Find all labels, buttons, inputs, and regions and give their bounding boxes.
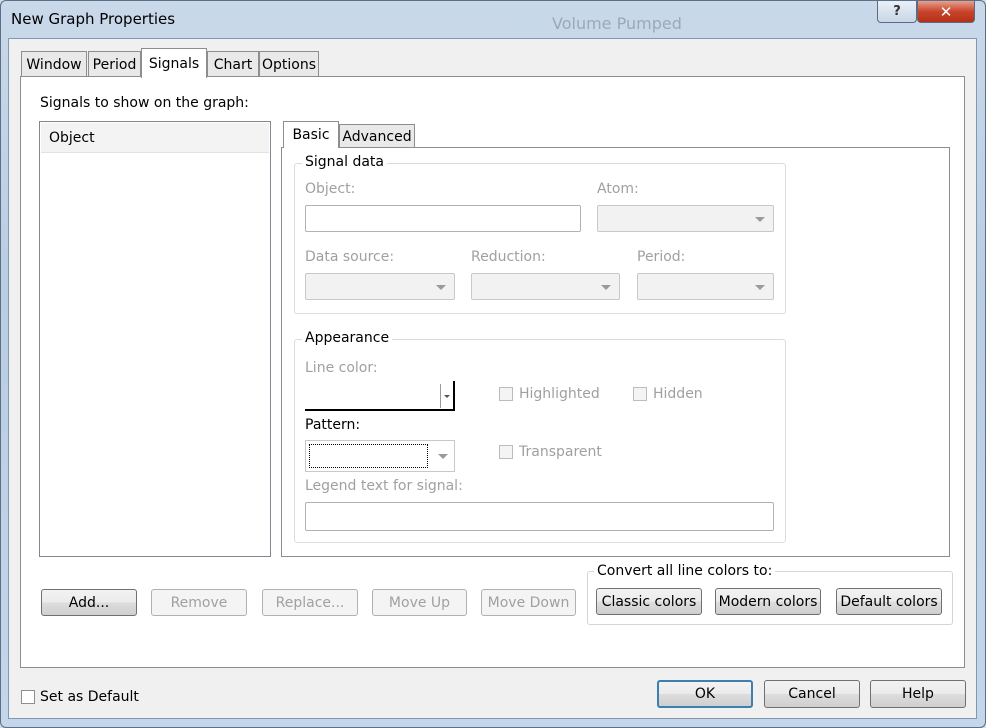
set-as-default-label: Set as Default [40,689,139,705]
legend-text-label: Legend text for signal: [305,478,463,494]
window-title: New Graph Properties [11,10,176,28]
signal-data-group-title: Signal data [302,154,387,170]
atom-label: Atom: [597,181,639,197]
ok-button[interactable]: OK [657,680,753,708]
cancel-button[interactable]: Cancel [764,680,860,708]
data-source-select[interactable] [305,273,455,300]
chevron-down-icon [755,284,765,290]
atom-select[interactable] [597,205,774,232]
highlighted-checkbox[interactable] [499,387,513,401]
pattern-focus-rect [309,444,428,468]
tab-period[interactable]: Period [88,51,141,77]
signals-list-column-header[interactable]: Object [41,123,269,153]
tab-chart[interactable]: Chart [207,51,259,77]
move-down-button[interactable]: Move Down [481,589,576,616]
reduction-label: Reduction: [471,249,546,265]
line-color-dropdown-icon[interactable] [440,384,452,408]
line-color-picker[interactable] [305,381,455,411]
hidden-label: Hidden [653,386,703,402]
add-button[interactable]: Add... [41,589,137,616]
transparent-checkbox[interactable] [499,445,513,459]
chevron-down-icon [438,454,448,459]
set-as-default-checkbox[interactable] [21,690,35,704]
tab-options[interactable]: Options [259,51,319,77]
line-color-label: Line color: [305,360,378,376]
object-label: Object: [305,181,356,197]
replace-button[interactable]: Replace... [262,589,358,616]
close-button[interactable]: ✕ [917,1,975,23]
subtab-advanced[interactable]: Advanced [339,124,415,148]
signals-list[interactable] [39,121,271,557]
chevron-down-icon [601,284,611,290]
hidden-checkbox[interactable] [633,387,647,401]
background-window-title: Volume Pumped [552,14,682,33]
default-colors-button[interactable]: Default colors [836,588,942,615]
chevron-down-icon [755,216,765,222]
move-up-button[interactable]: Move Up [372,589,467,616]
data-source-label: Data source: [305,249,395,265]
period-label: Period: [637,249,686,265]
period-select[interactable] [637,273,774,300]
appearance-group-title: Appearance [302,330,393,346]
reduction-select[interactable] [471,273,620,300]
remove-button[interactable]: Remove [151,589,247,616]
tab-signals[interactable]: Signals [141,48,207,78]
object-input[interactable] [305,205,581,232]
tab-window[interactable]: Window [21,51,87,77]
subtab-basic[interactable]: Basic [283,121,339,148]
convert-colors-title: Convert all line colors to: [594,563,776,579]
title-help-button[interactable]: ? [877,1,917,23]
transparent-label: Transparent [519,444,602,460]
close-icon: ✕ [939,2,953,21]
signals-list-caption: Signals to show on the graph: [40,95,249,111]
highlighted-label: Highlighted [519,386,600,402]
pattern-label: Pattern: [305,417,361,433]
classic-colors-button[interactable]: Classic colors [596,588,702,615]
modern-colors-button[interactable]: Modern colors [715,588,821,615]
help-button[interactable]: Help [870,680,966,708]
legend-text-input[interactable] [305,502,774,531]
chevron-down-icon [436,284,446,290]
